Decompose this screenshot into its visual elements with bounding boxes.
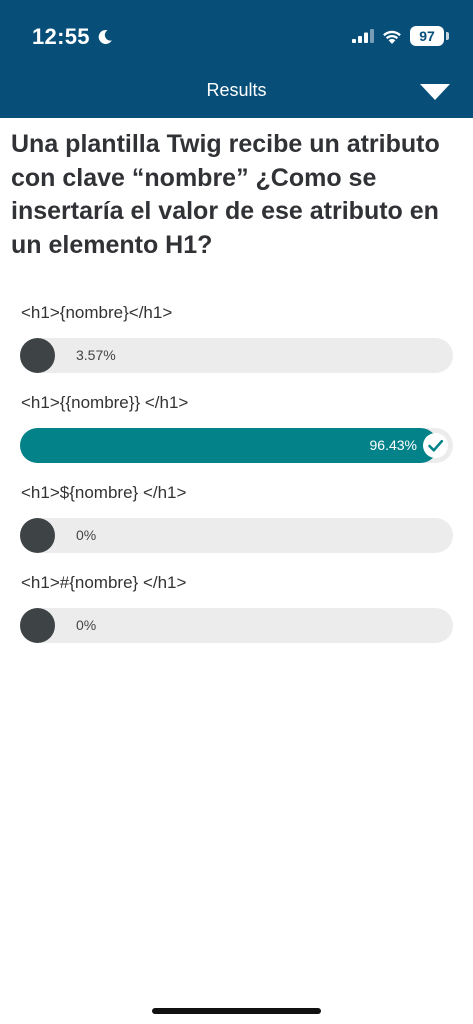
home-indicator [152,1008,321,1014]
signal-icon [352,29,374,43]
status-time: 12:55 [32,24,114,50]
battery-indicator: 97 [410,26,449,46]
option-label: <h1>#{nombre} </h1> [21,573,187,592]
dropdown-icon[interactable] [419,82,451,102]
answer-option: <h1>{nombre}</h1> 3.57% [20,302,453,373]
option-label: <h1>{nombre}</h1> [21,303,173,322]
result-bar: 0% [20,608,453,643]
header-bar: 12:55 97 Results [0,0,473,118]
result-percent: 0% [76,527,97,543]
page-title: Results [206,80,267,100]
result-bar-fill [20,518,55,553]
status-time-text: 12:55 [32,24,90,49]
moon-icon [96,28,114,46]
wifi-icon [382,29,402,44]
result-bar: 0% [20,518,453,553]
answer-option: <h1>#{nombre} </h1> 0% [20,572,453,643]
result-bar-fill [20,608,55,643]
battery-tip [446,32,449,40]
option-label: <h1>{{nombre}} </h1> [21,393,189,412]
result-percent: 3.57% [76,347,116,363]
result-bar-fill [20,338,55,373]
result-percent: 96.43% [369,437,417,453]
option-label: <h1>${nombre} </h1> [21,483,187,502]
check-icon [422,432,449,459]
result-percent: 0% [76,617,97,633]
result-bar: 96.43% [20,428,453,463]
question-text: Una plantilla Twig recibe un atributo co… [11,130,440,259]
battery-level: 97 [419,28,435,44]
answer-option: <h1>${nombre} </h1> 0% [20,482,453,553]
answer-option: <h1>{{nombre}} </h1> 96.43% [20,392,453,463]
result-bar: 3.57% [20,338,453,373]
status-icons: 97 [352,26,449,46]
